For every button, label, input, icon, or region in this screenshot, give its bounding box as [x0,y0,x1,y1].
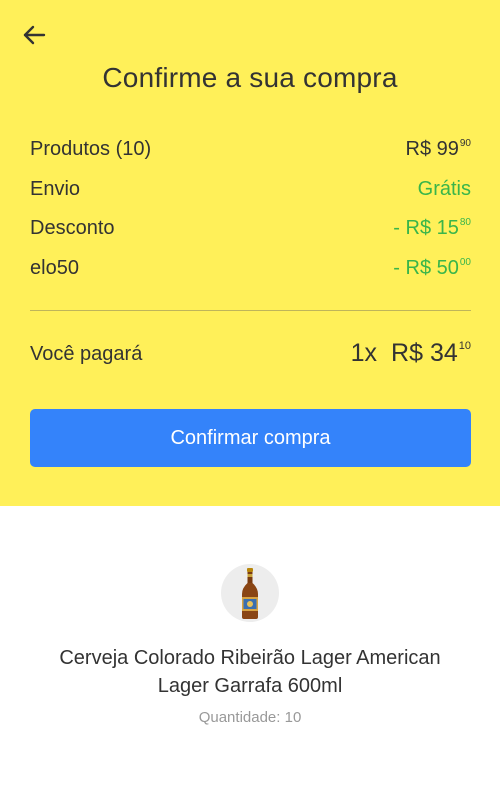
product-name: Cerveja Colorado Ribeirão Lager American… [59,647,441,697]
beer-bottle-icon [242,568,258,619]
summary-value: Grátis [417,178,471,200]
summary-value: - R$ 5000 [393,257,471,279]
total-label: Você pagará [30,343,143,365]
total-quantity: 1x [350,339,378,367]
arrow-left-icon [23,25,46,45]
summary-row-coupon: elo50 - R$ 5000 [30,253,471,283]
summary-value: - R$ 1580 [393,217,471,239]
total-amount: R$ 3410 [391,339,471,367]
summary-row-discount: Desconto - R$ 1580 [30,213,471,243]
summary-label: Envio [30,178,81,200]
product-quantity: Quantidade: 10 [198,709,302,726]
summary-label: Produtos (10) [30,138,152,160]
summary-row-shipping: Envio Grátis [30,174,471,204]
summary-value: R$ 9990 [405,138,472,160]
summary-label: elo50 [30,257,79,279]
summary-label: Desconto [30,217,115,239]
purchase-summary-panel: Confirme a sua compra Produtos (10) R$ 9… [0,0,500,506]
divider [30,310,471,311]
confirm-purchase-button[interactable]: Confirmar compra [30,409,471,467]
back-button[interactable] [20,22,50,48]
summary-row-products: Produtos (10) R$ 9990 [30,134,471,164]
product-image [221,564,279,622]
page-title: Confirme a sua compra [102,62,398,93]
total-value: 1x R$ 3410 [351,339,471,368]
